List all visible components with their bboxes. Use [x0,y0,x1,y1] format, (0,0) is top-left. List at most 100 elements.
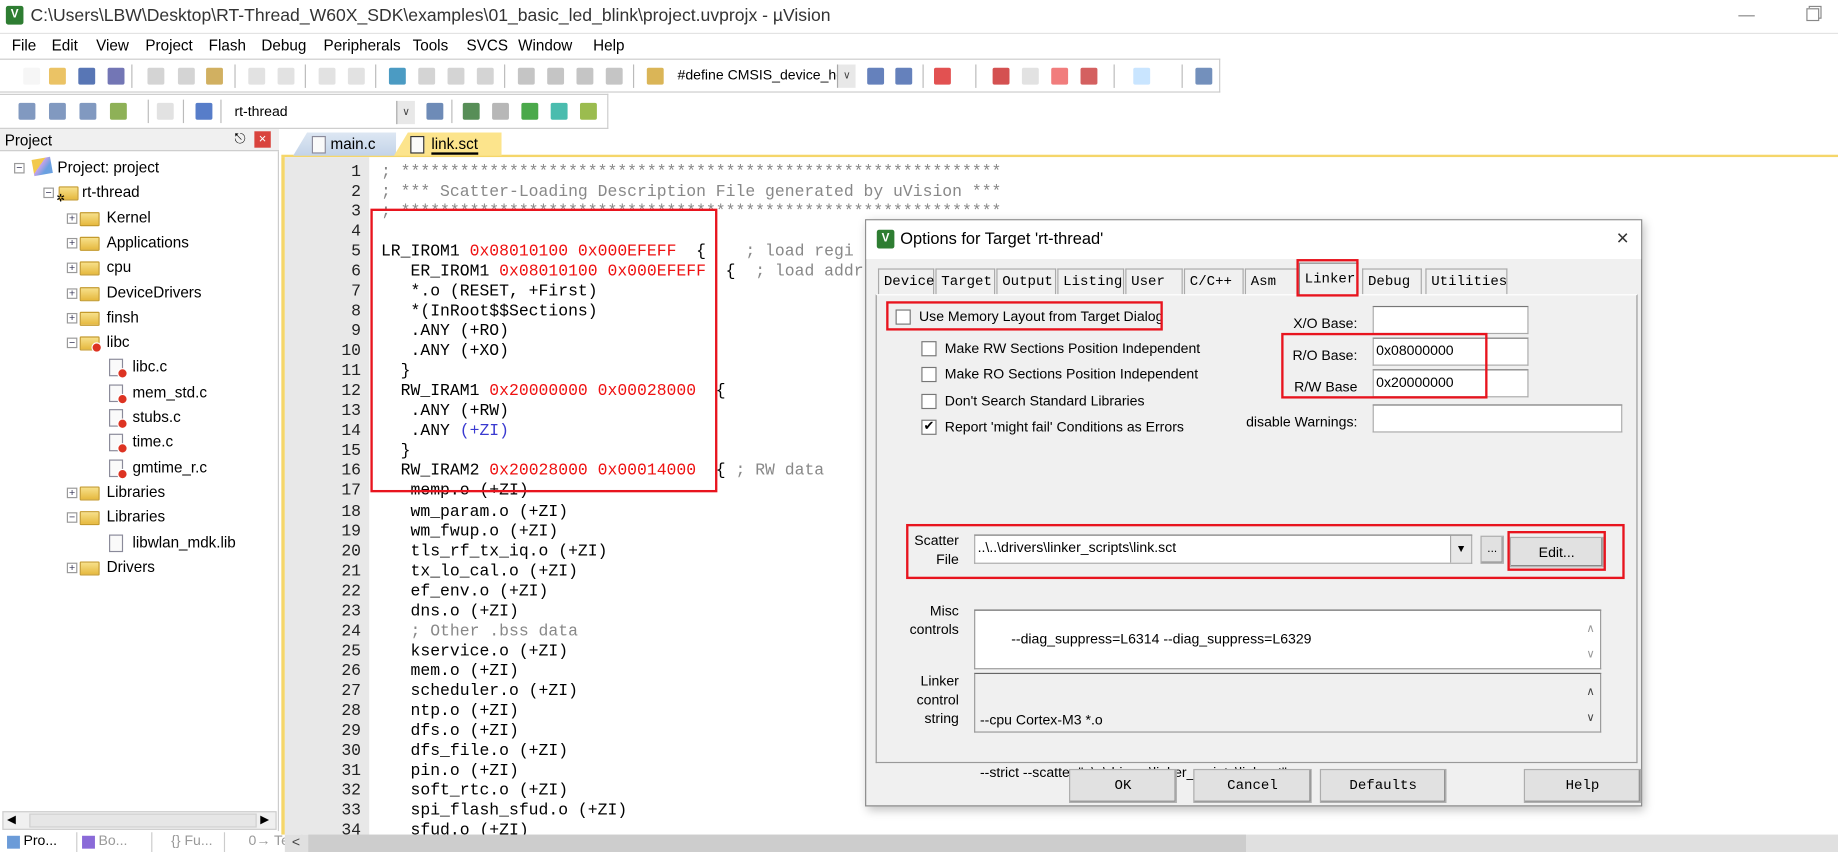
tab-listing[interactable]: Listing [1057,268,1125,295]
option-checkbox[interactable] [921,341,937,357]
code-line[interactable]: spi_flash_sfud.o (+ZI) [381,802,628,822]
rebuild-icon[interactable] [79,102,97,120]
incremental-find-icon[interactable] [895,67,913,85]
tab-utilities[interactable]: Utilities [1425,268,1508,295]
batch-build-icon[interactable] [109,102,127,120]
debug-session-icon[interactable] [934,67,951,85]
menu-help[interactable]: Help [593,36,624,54]
scroll-up-icon[interactable]: ∧ [1584,683,1598,701]
save-all-icon[interactable] [107,67,125,85]
option-checkbox[interactable] [921,367,937,383]
build-icon[interactable] [48,102,66,120]
code-line[interactable]: wm_fwup.o (+ZI) [381,522,559,542]
linker-control-string-textarea[interactable]: --cpu Cortex-M3 *.o --strict --scatter "… [974,672,1602,781]
code-line[interactable]: ntp.o (+ZI) [381,702,519,722]
disable-warnings-input[interactable] [1372,404,1623,433]
menu-window[interactable]: Window [518,36,572,54]
copy-icon[interactable] [177,67,195,85]
menu-svcs[interactable]: SVCS [467,36,509,54]
scroll-down-icon[interactable]: ∨ [1584,646,1598,664]
unindent-icon[interactable] [547,67,565,85]
defaults-button[interactable]: Defaults [1319,768,1447,803]
code-line[interactable]: tls_rf_tx_iq.o (+ZI) [381,542,608,562]
code-line[interactable]: ; **************************************… [381,163,1001,183]
scroll-down-icon[interactable]: ∨ [1584,709,1598,727]
code-line[interactable]: pin.o (+ZI) [381,762,519,782]
indent-icon[interactable] [517,67,535,85]
tab-output[interactable]: Output [996,268,1057,295]
tab-target[interactable]: Target [935,268,996,295]
disable-all-breakpoints-icon[interactable] [1051,67,1069,85]
back-icon[interactable] [318,67,336,85]
tab-asm[interactable]: Asm [1244,268,1299,295]
menu-project[interactable]: Project [145,36,192,54]
tab-debug[interactable]: Debug [1362,268,1422,295]
code-line[interactable]: dns.o (+ZI) [381,602,519,622]
code-line[interactable]: ; *** Scatter-Loading Description File g… [381,183,1001,203]
tab-user[interactable]: User [1125,268,1183,295]
download-icon[interactable] [195,102,213,120]
panel-tab-2[interactable]: {} Fu... [152,832,226,852]
scroll-up-icon[interactable]: ∧ [1584,620,1598,638]
define-combo[interactable]: #define CMSIS_device_he ∨ [675,64,856,88]
tab-cc[interactable]: C/C++ [1183,268,1244,295]
paste-icon[interactable] [206,67,223,85]
menu-file[interactable]: File [12,36,37,54]
configure-icon[interactable] [1195,67,1213,85]
scroll-left-icon[interactable]: < [292,833,300,849]
xo-base-input[interactable] [1372,305,1529,335]
menu-view[interactable]: View [96,36,129,54]
code-line[interactable]: soft_rtc.o (+ZI) [381,782,569,802]
bookmark-icon[interactable] [388,67,406,85]
cancel-button[interactable]: Cancel [1193,768,1312,803]
help-button[interactable]: Help [1523,768,1642,803]
code-line[interactable]: scheduler.o (+ZI) [381,682,578,702]
options-for-target-icon[interactable] [426,102,444,120]
option-checkbox[interactable] [921,393,937,409]
undo-icon[interactable] [248,67,266,85]
misc-controls-textarea[interactable]: --diag_suppress=L6314 --diag_suppress=L6… [974,609,1602,670]
pack-manager-icon[interactable] [579,102,597,120]
breakpoint-icon[interactable] [992,67,1010,85]
tab-link-sct[interactable]: link.sct [393,132,502,156]
menu-edit[interactable]: Edit [52,36,78,54]
panel-tab-1[interactable]: Bo... [80,832,153,852]
comment-icon[interactable] [576,67,594,85]
select-packs-icon[interactable] [492,102,509,120]
cut-icon[interactable] [147,67,165,85]
menu-flash[interactable]: Flash [209,36,246,54]
pack-installer-icon[interactable] [550,102,568,120]
new-file-icon[interactable] [23,67,41,85]
open-folder-icon[interactable] [48,67,66,85]
close-panel-button[interactable]: × [254,131,271,148]
target-select[interactable]: rt-thread ∨ [227,100,415,125]
code-line[interactable]: dfs.o (+ZI) [381,722,519,742]
code-line[interactable]: kservice.o (+ZI) [381,642,569,662]
chevron-down-icon[interactable]: ∨ [836,64,856,88]
stop-build-icon[interactable] [156,102,174,120]
ok-button[interactable]: OK [1069,768,1177,803]
save-icon[interactable] [78,67,96,85]
menu-debug[interactable]: Debug [261,36,306,54]
restore-button[interactable] [1803,5,1826,26]
code-line[interactable]: wm_param.o (+ZI) [381,502,569,522]
chevron-down-icon[interactable]: ∨ [396,100,415,125]
tab-device[interactable]: Device [877,268,934,295]
translate-icon[interactable] [18,102,36,120]
window-layout-icon[interactable] [1133,67,1151,85]
manage-project-icon[interactable] [462,102,480,120]
menu-tools[interactable]: Tools [413,36,449,54]
prev-bookmark-icon[interactable] [418,67,436,85]
code-line[interactable]: dfs_file.o (+ZI) [381,742,569,762]
close-icon[interactable]: × [1616,226,1628,251]
find-icon[interactable] [867,67,885,85]
menu-peripherals[interactable]: Peripherals [324,36,401,54]
code-line[interactable]: ; Other .bss data [381,622,578,642]
forward-icon[interactable] [347,67,365,85]
manage-run-time-icon[interactable] [521,102,539,120]
redo-icon[interactable] [277,67,295,85]
pin-icon[interactable]: ⎋ [234,130,245,148]
find-in-files-icon[interactable] [646,67,664,85]
code-line[interactable]: sfud.o (+ZI) [381,822,529,835]
next-bookmark-icon[interactable] [447,67,465,85]
